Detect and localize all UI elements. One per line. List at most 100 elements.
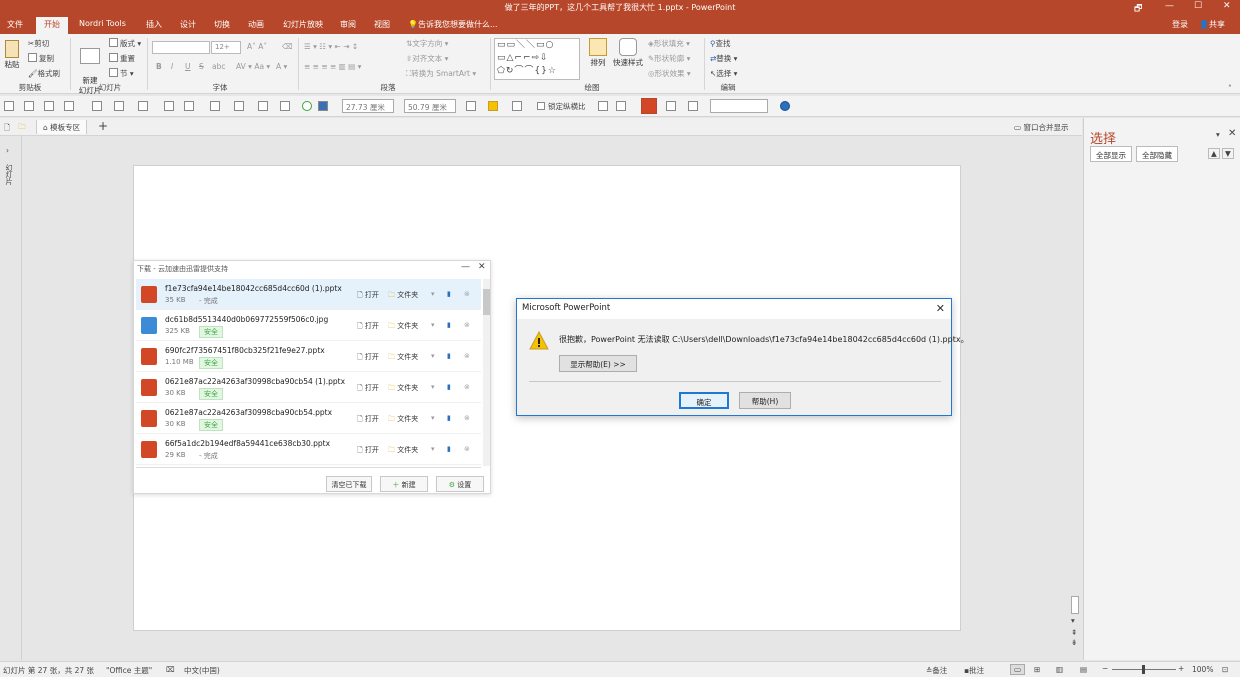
expand-pane-icon[interactable]: ›	[6, 146, 9, 155]
open-folder-button[interactable]: 🗀 文件夹	[388, 445, 418, 457]
folder-open-icon[interactable]: 🗀	[18, 121, 26, 134]
rotate-icon[interactable]	[24, 101, 34, 111]
eraser-icon[interactable]	[666, 101, 676, 111]
phone-icon[interactable]: ▮	[447, 445, 451, 453]
tab-file[interactable]: 文件	[7, 19, 23, 30]
paste-button[interactable]: 粘贴	[3, 40, 21, 70]
find-button[interactable]: ⚲查找	[710, 38, 731, 49]
scroll-thumb[interactable]	[1071, 596, 1079, 614]
download-scroll-thumb[interactable]	[483, 289, 490, 315]
open-folder-button[interactable]: 🗀 文件夹	[388, 290, 418, 302]
more-dropdown-icon[interactable]: ▾	[431, 321, 435, 329]
open-file-button[interactable]: 🗋 打开	[357, 352, 379, 364]
lock-ratio-checkbox[interactable]	[537, 102, 545, 110]
tool-icon[interactable]	[114, 101, 124, 111]
more-dropdown-icon[interactable]: ▾	[431, 290, 435, 298]
sorter-view-icon[interactable]: ⊞	[1034, 665, 1040, 674]
download-row[interactable]: 0621e87ac22a4263af30998cba90cb54.pptx 30 …	[136, 403, 481, 434]
phone-icon[interactable]: ▮	[447, 321, 451, 329]
text-icon[interactable]	[138, 101, 148, 111]
spellcheck-icon[interactable]: ⌧	[166, 665, 175, 674]
shape-effects-button[interactable]: ◎形状效果 ▾	[648, 68, 691, 79]
comments-button[interactable]: ▪批注	[964, 665, 984, 676]
cut-button[interactable]: ✂剪切	[28, 38, 49, 49]
notes-button[interactable]: ≙备注	[926, 665, 947, 676]
bullets-icon[interactable]: ☰ ▾ ☷ ▾ ⇤ ⇥ ↕	[304, 42, 358, 51]
ok-button[interactable]: 确定	[679, 392, 729, 409]
zoom-slider-thumb[interactable]	[1142, 665, 1145, 674]
close-window-button[interactable]: ✕	[1223, 1, 1231, 11]
zoom-slider[interactable]	[1112, 665, 1176, 674]
font-size-box[interactable]: 12+	[211, 41, 241, 54]
format-painter-button[interactable]: 🖌格式刷	[28, 68, 60, 79]
clear-format-icon[interactable]: ⌫	[282, 42, 293, 51]
font-color-icon[interactable]: A ▾	[276, 62, 287, 71]
color-icon[interactable]	[318, 101, 328, 111]
folder-icon[interactable]	[488, 101, 498, 111]
delete-icon[interactable]: ⊗	[464, 445, 470, 453]
green-circle-icon[interactable]	[302, 101, 312, 111]
phone-icon[interactable]: ▮	[447, 383, 451, 391]
open-file-button[interactable]: 🗋 打开	[357, 383, 379, 395]
next-slide-icon[interactable]: ⇟	[1071, 638, 1077, 647]
slideshow-view-icon[interactable]: ▤	[1080, 665, 1087, 674]
circle-icon[interactable]	[64, 101, 74, 111]
tell-me-box[interactable]: 💡告诉我您想要做什么...	[408, 19, 498, 30]
bold-button[interactable]: B	[156, 62, 162, 71]
tab-home[interactable]: 开始	[36, 17, 68, 34]
picture-icon[interactable]	[466, 101, 476, 111]
open-file-button[interactable]: 🗋 打开	[357, 321, 379, 333]
tab-review[interactable]: 审阅	[340, 19, 356, 30]
hide-all-button[interactable]: 全部隐藏	[1136, 146, 1178, 162]
open-file-button[interactable]: 🗋 打开	[357, 414, 379, 426]
open-file-button[interactable]: 🗋 打开	[357, 445, 379, 457]
tab-nordri-tools[interactable]: Nordri Tools	[79, 19, 126, 28]
tab-insert[interactable]: 插入	[146, 19, 162, 30]
template-zone-tab[interactable]: ⌂ 模板专区	[36, 120, 88, 134]
close-box-icon[interactable]	[598, 101, 608, 111]
vertical-scrollbar[interactable]: ▾ ⇞ ⇟	[1069, 136, 1081, 647]
replace-button[interactable]: ⇄替换 ▾	[710, 53, 737, 64]
minimize-icon[interactable]: —	[461, 262, 470, 272]
zoom-in-icon[interactable]: +	[1178, 664, 1184, 673]
more-dropdown-icon[interactable]: ▾	[431, 352, 435, 360]
more-dropdown-icon[interactable]: ▾	[431, 383, 435, 391]
grow-font-icon[interactable]: A˄ A˅	[247, 42, 267, 51]
link-icon[interactable]	[512, 101, 522, 111]
fit-slide-icon[interactable]: ⊡	[1222, 665, 1228, 674]
select-button[interactable]: ↖选择 ▾	[710, 68, 737, 79]
dialog-close-button[interactable]: ✕	[936, 302, 945, 315]
show-all-button[interactable]: 全部显示	[1090, 146, 1132, 162]
shapes-gallery[interactable]: ▭▭＼＼▭○ ▭△⌐⌐⇨⇩ ⬠↻⌒⌒{}☆	[494, 38, 580, 80]
clear-downloaded-button[interactable]: 清空已下载	[326, 476, 372, 492]
tab-design[interactable]: 设计	[180, 19, 196, 30]
close-pane-icon[interactable]: ✕	[1228, 128, 1236, 139]
open-folder-button[interactable]: 🗀 文件夹	[388, 414, 418, 426]
strike-button[interactable]: S	[199, 62, 204, 71]
open-folder-button[interactable]: 🗀 文件夹	[388, 321, 418, 333]
layout-button[interactable]: 版式 ▾	[109, 38, 141, 49]
section-button[interactable]: 节 ▾	[109, 68, 134, 79]
font-name-box[interactable]	[152, 41, 210, 54]
download-row[interactable]: 690fc2f73567451f80cb325f21fe9e27.pptx 1.1…	[136, 341, 481, 372]
quick-styles-button[interactable]: 快速样式	[611, 38, 645, 68]
tab-transitions[interactable]: 切换	[214, 19, 230, 30]
collapse-ribbon-icon[interactable]: ˄	[1228, 84, 1232, 93]
merge-window-button[interactable]: ▭ 窗口合并显示	[1014, 122, 1068, 133]
new-download-button[interactable]: ＋ 新建	[380, 476, 428, 492]
pen-icon[interactable]	[92, 101, 102, 111]
italic-button[interactable]: I	[171, 62, 173, 71]
close-icon[interactable]: ✕	[478, 262, 486, 272]
more-dropdown-icon[interactable]: ▾	[431, 414, 435, 422]
phone-icon[interactable]: ▮	[447, 414, 451, 422]
add-tab-button[interactable]: +	[98, 119, 108, 133]
align-text-button[interactable]: ⇳对齐文本 ▾	[406, 53, 448, 64]
tab-slideshow[interactable]: 幻灯片放映	[283, 19, 323, 30]
zoom-level[interactable]: 100%	[1192, 665, 1213, 674]
zoom-out-icon[interactable]: −	[1102, 664, 1108, 673]
delete-icon[interactable]: ⊗	[464, 383, 470, 391]
login-link[interactable]: 登录	[1172, 19, 1188, 30]
open-folder-button[interactable]: 🗀 文件夹	[388, 383, 418, 395]
settings-button[interactable]: ⚙ 设置	[436, 476, 484, 492]
char-spacing-icon[interactable]: AV ▾ Aa ▾	[236, 62, 270, 71]
